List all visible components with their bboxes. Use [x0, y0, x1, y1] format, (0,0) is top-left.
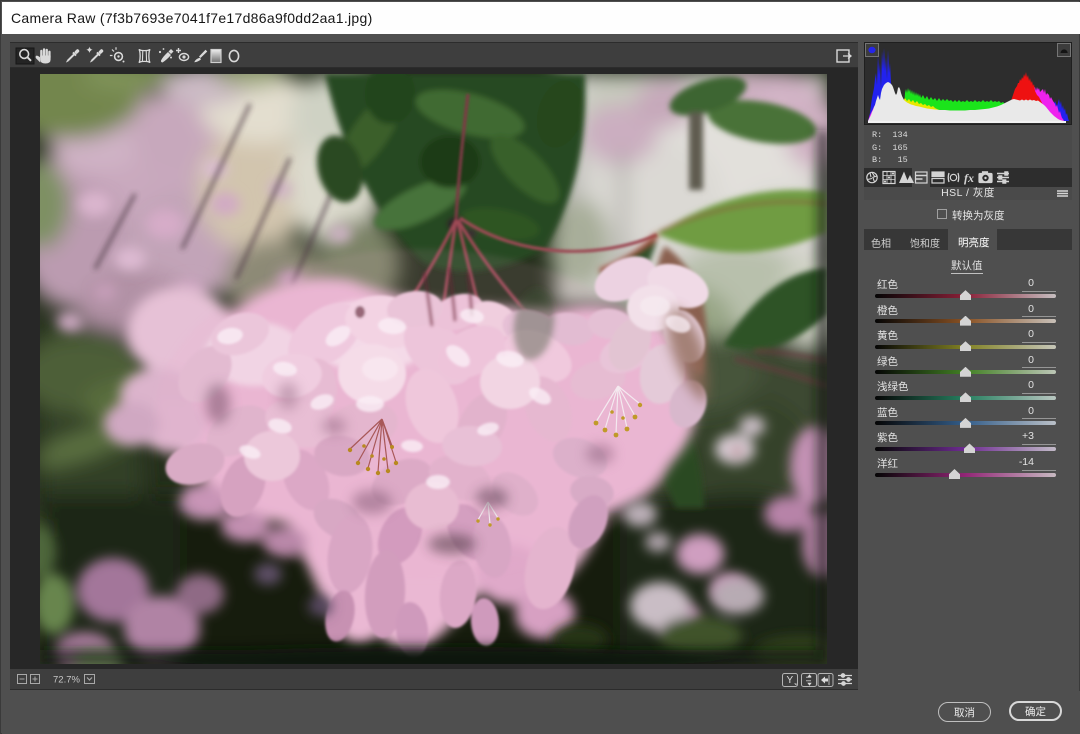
svg-text:fx: fx — [964, 171, 974, 185]
svg-text:72.7%: 72.7% — [53, 675, 80, 686]
svg-text:Y: Y — [787, 675, 794, 686]
